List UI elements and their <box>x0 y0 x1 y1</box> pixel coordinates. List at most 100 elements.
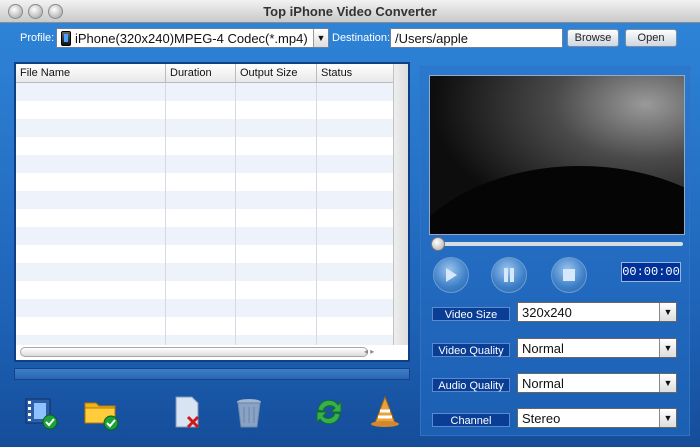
table-row[interactable] <box>16 209 394 227</box>
table-header: File Name Duration Output Size Status <box>16 64 394 83</box>
profile-label: Profile: <box>20 32 55 44</box>
table-row[interactable] <box>16 173 394 191</box>
column-header-output-size[interactable]: Output Size <box>236 64 317 82</box>
table-row[interactable] <box>16 155 394 173</box>
table-cell <box>236 335 317 345</box>
time-display: 00:00:00 <box>621 262 681 282</box>
iphone-icon <box>61 30 71 46</box>
destination-input[interactable]: /Users/apple <box>390 28 563 48</box>
profile-dropdown-button[interactable]: ▼ <box>313 29 328 47</box>
table-cell <box>236 245 317 263</box>
table-cell <box>166 173 236 191</box>
table-cell <box>166 245 236 263</box>
cone-icon[interactable] <box>366 393 404 431</box>
stop-button[interactable] <box>551 257 587 293</box>
profile-value: iPhone(320x240)MPEG-4 Codec(*.mp4) <box>75 30 308 46</box>
audio-quality-label: Audio Quality <box>432 378 510 392</box>
video-quality-label: Video Quality <box>432 343 510 357</box>
table-row[interactable] <box>16 299 394 317</box>
table-cell <box>317 209 394 227</box>
table-cell <box>317 155 394 173</box>
table-cell <box>317 119 394 137</box>
file-list-table[interactable]: File Name Duration Output Size Status ◂ … <box>14 62 410 362</box>
horizontal-scrollbar[interactable] <box>20 347 368 357</box>
pause-icon <box>504 268 514 282</box>
table-cell <box>16 83 166 101</box>
table-row[interactable] <box>16 83 394 101</box>
table-row[interactable] <box>16 191 394 209</box>
table-cell <box>317 227 394 245</box>
table-cell <box>236 137 317 155</box>
table-row[interactable] <box>16 317 394 335</box>
video-size-label: Video Size <box>432 307 510 321</box>
table-cell <box>16 317 166 335</box>
app-window: Top iPhone Video Converter Profile: iPho… <box>0 0 700 447</box>
scroll-arrows[interactable]: ◂ ▸ <box>364 347 390 357</box>
table-cell <box>317 137 394 155</box>
table-cell <box>317 299 394 317</box>
video-quality-select[interactable]: Normal ▼ <box>517 338 677 358</box>
table-cell <box>317 263 394 281</box>
table-row[interactable] <box>16 281 394 299</box>
trash-icon[interactable] <box>230 393 268 431</box>
table-row[interactable] <box>16 245 394 263</box>
chevron-down-icon[interactable]: ▼ <box>659 374 676 392</box>
table-row[interactable] <box>16 119 394 137</box>
table-cell <box>16 281 166 299</box>
channel-select[interactable]: Stereo ▼ <box>517 408 677 428</box>
open-button[interactable]: Open <box>625 29 677 47</box>
video-quality-value: Normal <box>522 340 564 356</box>
chevron-down-icon[interactable]: ▼ <box>659 303 676 321</box>
audio-quality-select[interactable]: Normal ▼ <box>517 373 677 393</box>
table-cell <box>236 209 317 227</box>
table-row[interactable] <box>16 101 394 119</box>
channel-value: Stereo <box>522 410 561 426</box>
table-cell <box>166 155 236 173</box>
table-cell <box>236 191 317 209</box>
browse-button[interactable]: Browse <box>567 29 619 47</box>
table-cell <box>236 263 317 281</box>
play-button[interactable] <box>433 257 469 293</box>
profile-select[interactable]: iPhone(320x240)MPEG-4 Codec(*.mp4) ▼ <box>56 28 329 48</box>
video-size-value: 320x240 <box>522 304 572 320</box>
column-header-file-name[interactable]: File Name <box>16 64 166 82</box>
add-video-icon[interactable] <box>22 393 60 431</box>
convert-icon[interactable] <box>310 393 348 431</box>
preview-panel: 00:00:00 Video Size 320x240 ▼ Video Qual… <box>420 66 690 436</box>
chevron-down-icon[interactable]: ▼ <box>659 409 676 427</box>
destination-label: Destination: <box>332 32 391 44</box>
table-cell <box>236 83 317 101</box>
table-cell <box>317 317 394 335</box>
table-cell <box>16 191 166 209</box>
table-row[interactable] <box>16 137 394 155</box>
pause-button[interactable] <box>491 257 527 293</box>
chevron-down-icon[interactable]: ▼ <box>659 339 676 357</box>
video-preview-screen <box>429 75 685 235</box>
table-cell <box>317 245 394 263</box>
table-rows <box>16 83 394 345</box>
bottom-toolbar <box>0 388 412 440</box>
table-cell <box>166 83 236 101</box>
vertical-scrollbar[interactable] <box>393 64 408 345</box>
table-cell <box>16 227 166 245</box>
seek-slider-thumb[interactable] <box>431 237 445 251</box>
table-cell <box>236 101 317 119</box>
column-header-duration[interactable]: Duration <box>166 64 236 82</box>
video-size-select[interactable]: 320x240 ▼ <box>517 302 677 322</box>
table-cell <box>236 281 317 299</box>
table-cell <box>166 119 236 137</box>
table-cell <box>16 137 166 155</box>
table-cell <box>16 101 166 119</box>
table-cell <box>236 119 317 137</box>
conversion-progress-bar <box>14 368 410 380</box>
add-folder-icon[interactable] <box>82 393 120 431</box>
table-cell <box>166 101 236 119</box>
table-cell <box>317 173 394 191</box>
table-cell <box>317 335 394 345</box>
seek-track[interactable] <box>435 242 683 246</box>
remove-file-icon[interactable] <box>168 393 206 431</box>
column-header-status[interactable]: Status <box>317 64 394 82</box>
table-row[interactable] <box>16 263 394 281</box>
table-row[interactable] <box>16 335 394 345</box>
table-row[interactable] <box>16 227 394 245</box>
